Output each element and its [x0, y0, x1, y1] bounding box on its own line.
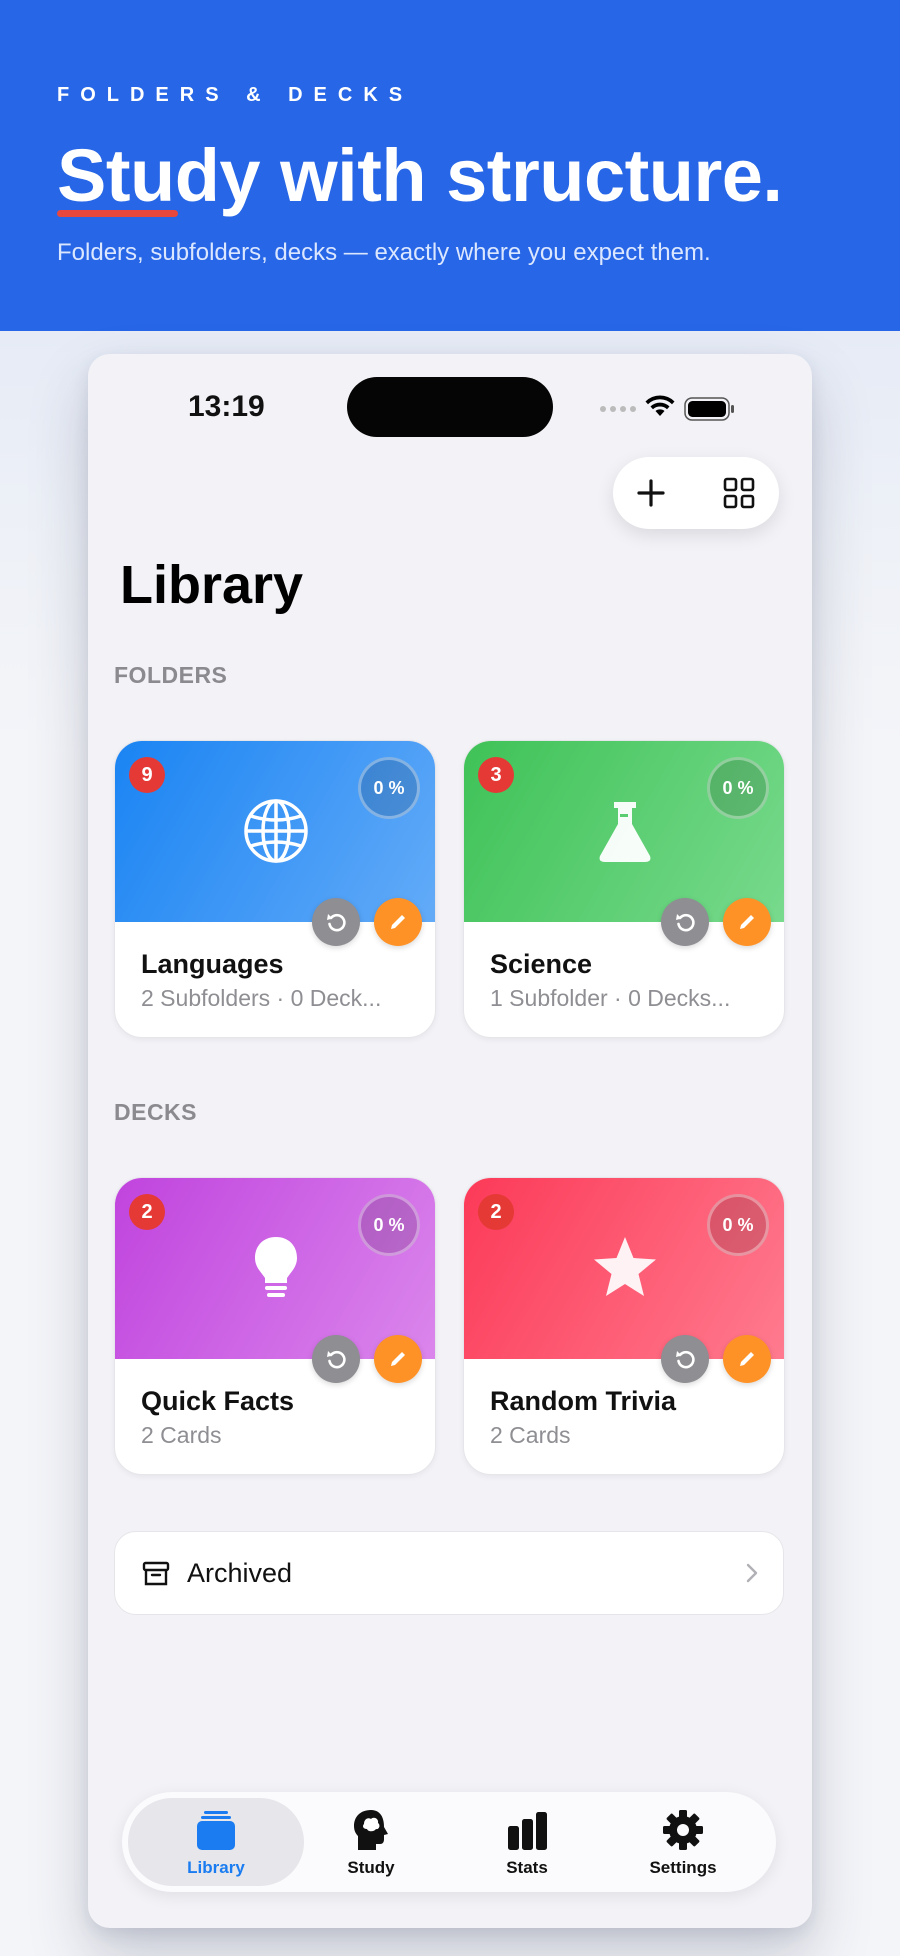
reset-icon	[676, 913, 695, 932]
reset-button[interactable]	[661, 898, 709, 946]
edit-button[interactable]	[374, 898, 422, 946]
lightbulb-icon	[255, 1237, 297, 1297]
tab-settings[interactable]: Settings	[608, 1798, 758, 1886]
page-title: Library	[120, 555, 304, 615]
wifi-icon	[645, 395, 675, 416]
archived-row[interactable]: Archived	[114, 1531, 784, 1615]
reset-icon	[327, 1350, 346, 1369]
decks-section-label: DECKS	[114, 1099, 198, 1125]
hero-subhead: Folders, subfolders, decks — exactly whe…	[57, 239, 711, 266]
card-subtitle: 1 Subfolder · 0 Decks...	[490, 985, 731, 1011]
reset-button[interactable]	[312, 1335, 360, 1383]
chevron-right-icon	[746, 1563, 758, 1583]
due-badge: 2	[129, 1194, 165, 1230]
due-badge: 3	[478, 757, 514, 793]
pencil-icon	[391, 1352, 405, 1366]
pencil-icon	[391, 915, 405, 929]
tab-study[interactable]: Study	[296, 1798, 446, 1886]
bar-chart-icon	[508, 1812, 547, 1850]
flask-icon	[599, 802, 651, 862]
folder-card-science[interactable]: 3 0 % Science 1 Subfolder · 0 Decks...	[463, 740, 785, 1038]
card-subtitle: 2 Subfolders · 0 Deck...	[141, 985, 382, 1011]
tab-label: Stats	[506, 1858, 548, 1877]
signal-icon	[600, 406, 638, 412]
progress-ring: 0 %	[358, 1194, 420, 1256]
edit-button[interactable]	[374, 1335, 422, 1383]
reset-button[interactable]	[661, 1335, 709, 1383]
deck-card-random-trivia[interactable]: 2 0 % Random Trivia 2 Cards	[463, 1177, 785, 1475]
archived-label: Archived	[187, 1558, 293, 1588]
card-subtitle: 2 Cards	[141, 1422, 222, 1448]
folders-section-label: FOLDERS	[114, 662, 228, 688]
edit-button[interactable]	[723, 898, 771, 946]
tab-label: Study	[347, 1858, 395, 1877]
progress-ring: 0 %	[358, 757, 420, 819]
hero-banner: FOLDERS & DECKS Study with structure. Fo…	[0, 0, 900, 331]
pencil-icon	[740, 915, 754, 929]
tab-library[interactable]: Library	[128, 1798, 304, 1886]
reset-icon	[676, 1350, 695, 1369]
hero-headline: Study with structure.	[57, 134, 783, 217]
phone-screen: 13:19 Library FOLDERS 9 0 % Languages 2 …	[88, 354, 812, 1928]
pencil-icon	[740, 1352, 754, 1366]
headline-underline	[57, 210, 178, 217]
progress-ring: 0 %	[707, 757, 769, 819]
status-time: 13:19	[188, 390, 265, 423]
grid-icon[interactable]	[721, 475, 757, 511]
battery-icon	[684, 397, 734, 421]
dynamic-island	[347, 377, 553, 437]
gear-icon	[663, 1810, 703, 1850]
hero-eyebrow: FOLDERS & DECKS	[57, 84, 414, 106]
archive-box-icon	[142, 1561, 170, 1586]
card-title: Quick Facts	[141, 1386, 295, 1416]
top-toolbar	[613, 457, 779, 529]
card-title: Random Trivia	[490, 1386, 677, 1416]
star-icon	[594, 1237, 656, 1296]
due-badge: 9	[129, 757, 165, 793]
tab-bar: Library Study Stats Settings	[122, 1792, 776, 1892]
card-title: Science	[490, 949, 593, 979]
due-badge: 2	[478, 1194, 514, 1230]
library-stack-icon	[197, 1811, 235, 1850]
deck-card-quick-facts[interactable]: 2 0 % Quick Facts 2 Cards	[114, 1177, 436, 1475]
tab-label: Library	[187, 1858, 245, 1877]
reset-icon	[327, 913, 346, 932]
tab-stats[interactable]: Stats	[452, 1798, 602, 1886]
edit-button[interactable]	[723, 1335, 771, 1383]
tab-label: Settings	[649, 1858, 717, 1877]
card-subtitle: 2 Cards	[490, 1422, 571, 1448]
globe-icon	[244, 799, 308, 863]
folder-card-languages[interactable]: 9 0 % Languages 2 Subfolders · 0 Deck...	[114, 740, 436, 1038]
plus-icon[interactable]	[633, 475, 669, 511]
progress-ring: 0 %	[707, 1194, 769, 1256]
reset-button[interactable]	[312, 898, 360, 946]
card-title: Languages	[141, 949, 284, 979]
brain-head-icon	[354, 1810, 388, 1850]
